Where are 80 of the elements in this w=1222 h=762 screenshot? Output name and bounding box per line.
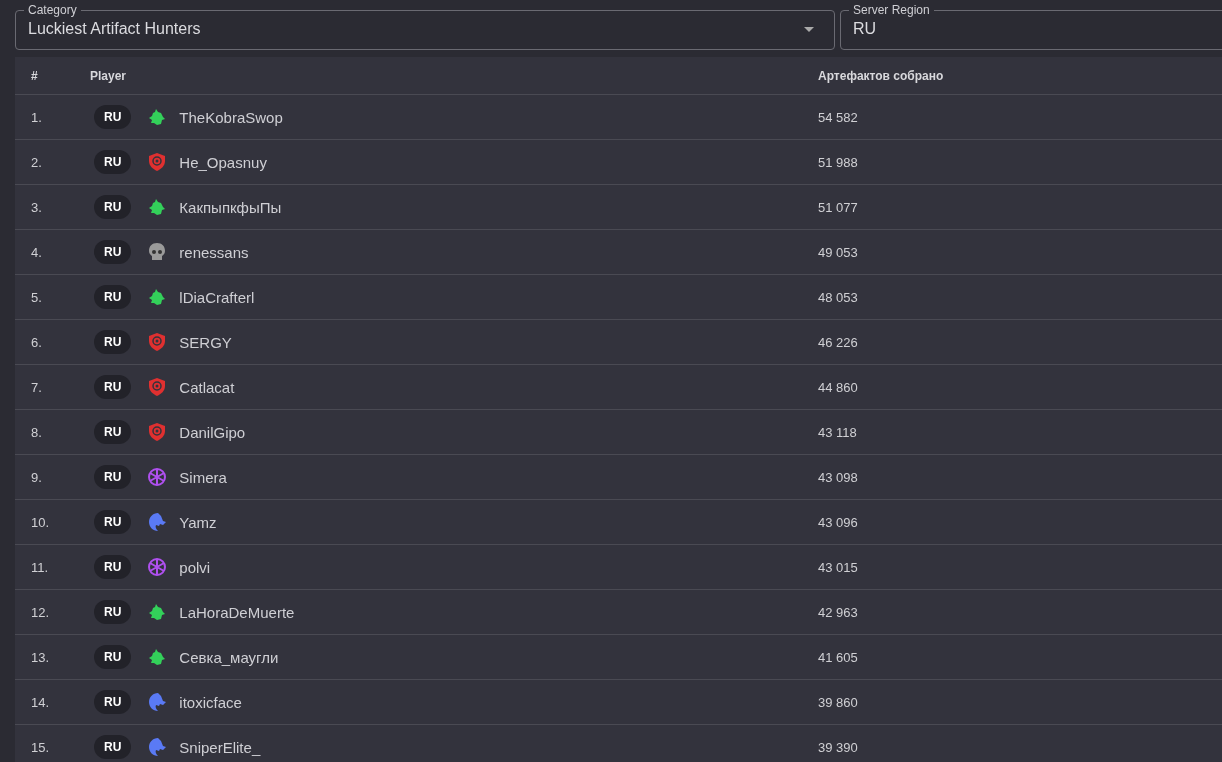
- player-name: itoxicface: [179, 693, 242, 711]
- rank-text: 5.: [30, 289, 43, 305]
- score-text: 43 096: [818, 514, 858, 530]
- score-text: 43 118: [818, 424, 857, 440]
- player-name: renessans: [179, 243, 249, 261]
- score-text: 41 605: [818, 649, 858, 665]
- player-name: SERGY: [179, 333, 232, 351]
- eagle-head-icon: [147, 692, 168, 712]
- player-name: polvi: [179, 558, 211, 576]
- region-badge: RU: [94, 690, 132, 714]
- region-badge: RU: [94, 105, 132, 129]
- region-badge: RU: [94, 330, 132, 354]
- rank-text: 14.: [30, 694, 51, 710]
- rank-text: 1.: [30, 109, 43, 125]
- column-header: Player: [90, 68, 128, 83]
- shield-icon: [147, 332, 168, 352]
- dropdown-field[interactable]: Category Luckiest Artifact Hunters: [15, 3, 835, 50]
- player-name: He_Opasnuy: [179, 153, 267, 171]
- region-badge: RU: [94, 375, 132, 399]
- rank-text: 6.: [30, 334, 43, 350]
- column-header: Артефактов собрано: [818, 68, 944, 83]
- rank-text: 8.: [30, 424, 43, 440]
- player-name: lDiaCrafterl: [179, 288, 255, 306]
- region-badge: RU: [94, 555, 132, 579]
- rank-text: 15.: [30, 739, 51, 755]
- score-text: 46 226: [818, 334, 858, 350]
- rank-text: 3.: [30, 199, 43, 215]
- player-name: Yamz: [179, 513, 217, 531]
- field-value: RU: [853, 20, 878, 38]
- field-value: Luckiest Artifact Hunters: [28, 20, 202, 38]
- rank-text: 9.: [30, 469, 43, 485]
- eagle-head-icon: [147, 512, 168, 532]
- rank-text: 13.: [30, 649, 51, 665]
- player-name: КакпыпкфыПы: [179, 198, 282, 216]
- rank-text: 4.: [30, 244, 43, 260]
- region-badge: RU: [94, 645, 132, 669]
- column-header: #: [30, 68, 39, 83]
- region-badge: RU: [94, 420, 132, 444]
- score-text: 39 390: [818, 739, 858, 755]
- score-text: 49 053: [818, 244, 858, 260]
- wheel-icon: [147, 557, 168, 577]
- rank-text: 12.: [30, 604, 51, 620]
- shield-icon: [147, 152, 168, 172]
- player-name: Catlacat: [179, 378, 235, 396]
- region-badge: RU: [94, 600, 132, 624]
- player-name: SniperElite_: [179, 738, 261, 756]
- caret-icon: [804, 26, 814, 32]
- score-text: 51 988: [818, 154, 858, 170]
- region-badge: RU: [94, 510, 132, 534]
- region-badge: RU: [94, 465, 132, 489]
- rank-text: 2.: [30, 154, 43, 170]
- region-badge: RU: [94, 150, 132, 174]
- region-badge: RU: [94, 285, 132, 309]
- shield-icon: [147, 377, 168, 397]
- score-text: 42 963: [818, 604, 858, 620]
- region-badge: RU: [94, 735, 132, 759]
- score-text: 48 053: [818, 289, 858, 305]
- field-label: Category: [27, 3, 78, 17]
- shield-icon: [147, 422, 168, 442]
- score-text: 54 582: [818, 109, 858, 125]
- wheel-icon: [147, 467, 168, 487]
- player-name: TheKobraSwop: [179, 108, 283, 126]
- player-name: LaHoraDeMuerte: [179, 603, 295, 621]
- dropdown-field[interactable]: Server Region RU: [840, 3, 1222, 50]
- skull-icon: [147, 242, 168, 262]
- player-name: DanilGipo: [179, 423, 246, 441]
- rank-text: 7.: [30, 379, 43, 395]
- region-badge: RU: [94, 240, 132, 264]
- player-name: Simera: [179, 468, 227, 486]
- rank-text: 11.: [30, 559, 50, 575]
- eagle-head-icon: [147, 737, 168, 757]
- score-text: 44 860: [818, 379, 858, 395]
- score-text: 43 015: [818, 559, 858, 575]
- score-text: 43 098: [818, 469, 858, 485]
- score-text: 39 860: [818, 694, 858, 710]
- player-name: Севка_маугли: [179, 648, 279, 666]
- rank-text: 10.: [30, 514, 51, 530]
- score-text: 51 077: [818, 199, 858, 215]
- field-label: Server Region: [852, 3, 931, 17]
- region-badge: RU: [94, 195, 132, 219]
